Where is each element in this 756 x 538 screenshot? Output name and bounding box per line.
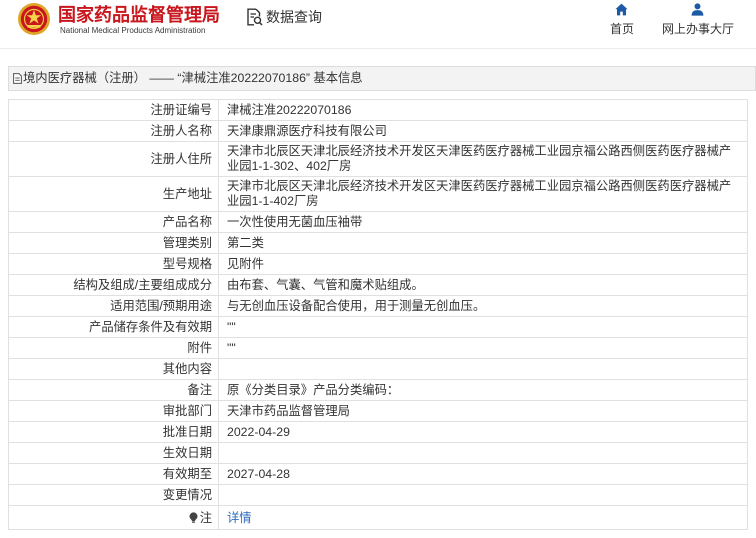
document-icon — [13, 73, 22, 84]
row-registrant-address: 注册人住所 天津市北辰区天津北辰经济技术开发区天津医药医疗器械工业园京福公路西侧… — [8, 141, 748, 177]
change-history-value — [218, 484, 748, 506]
change-history-label: 变更情况 — [8, 484, 219, 506]
nav-online-service-hall[interactable]: 网上办事大厅 — [660, 3, 736, 37]
row-production-address: 生产地址 天津市北辰区天津北辰经济技术开发区天津医药医疗器械工业园京福公路西侧医… — [8, 176, 748, 212]
row-approval-date: 批准日期 2022-04-29 — [8, 421, 748, 443]
approval-date-value: 2022-04-29 — [218, 421, 748, 443]
storage-conditions-value: "" — [218, 316, 748, 338]
effective-date-value — [218, 442, 748, 464]
document-search-icon — [247, 8, 263, 26]
registrant-name-label: 注册人名称 — [8, 120, 219, 142]
production-address-value: 天津市北辰区天津北辰经济技术开发区天津医药医疗器械工业园京福公路西侧医药医疗器械… — [218, 176, 748, 212]
row-registration-number: 注册证编号 津械注准20222070186 — [8, 99, 748, 121]
registrant-address-label: 注册人住所 — [8, 141, 219, 177]
attachments-label: 附件 — [8, 337, 219, 359]
row-intended-use: 适用范围/预期用途 与无创血压设备配合使用，用于测量无创血压。 — [8, 295, 748, 317]
user-icon — [691, 3, 704, 16]
management-category-label: 管理类别 — [8, 232, 219, 254]
detail-panel-header: 境内医疗器械（注册） —— “津械注准20222070186” 基本信息 — [8, 66, 756, 91]
row-approval-department: 审批部门 天津市药品监督管理局 — [8, 400, 748, 422]
national-emblem-logo[interactable] — [17, 2, 51, 36]
nav-home[interactable]: 首页 — [606, 3, 638, 37]
nav-home-label: 首页 — [609, 22, 634, 36]
note-label: 注 — [199, 510, 212, 525]
row-other-content: 其他内容 — [8, 358, 748, 380]
site-header: 国家药品监督管理局 National Medical Products Admi… — [0, 0, 756, 49]
lightbulb-icon — [189, 511, 198, 523]
expiry-date-value: 2027-04-28 — [218, 463, 748, 485]
agency-name-en: National Medical Products Administration — [60, 26, 206, 35]
production-address-label: 生产地址 — [8, 176, 219, 212]
intended-use-label: 适用范围/预期用途 — [8, 295, 219, 317]
nav-online-service-hall-label: 网上办事大厅 — [661, 22, 734, 36]
agency-name-cn[interactable]: 国家药品监督管理局 — [58, 4, 220, 26]
row-change-history: 变更情况 — [8, 484, 748, 506]
home-icon — [615, 3, 628, 16]
approval-department-label: 审批部门 — [8, 400, 219, 422]
row-management-category: 管理类别 第二类 — [8, 232, 748, 254]
note-label-cell: 注 — [8, 505, 219, 530]
registrant-address-value: 天津市北辰区天津北辰经济技术开发区天津医药医疗器械工业园京福公路西侧医药医疗器械… — [218, 141, 748, 177]
effective-date-label: 生效日期 — [8, 442, 219, 464]
intended-use-value: 与无创血压设备配合使用，用于测量无创血压。 — [218, 295, 748, 317]
expiry-date-label: 有效期至 — [8, 463, 219, 485]
remarks-value: 原《分类目录》产品分类编码： — [218, 379, 748, 401]
approval-date-label: 批准日期 — [8, 421, 219, 443]
other-content-label: 其他内容 — [8, 358, 219, 380]
attachments-value: "" — [218, 337, 748, 359]
data-query-label: 数据查询 — [266, 9, 322, 25]
structure-composition-label: 结构及组成/主要组成成分 — [8, 274, 219, 296]
row-model-spec: 型号规格 见附件 — [8, 253, 748, 275]
other-content-value — [218, 358, 748, 380]
storage-conditions-label: 产品储存条件及有效期 — [8, 316, 219, 338]
model-spec-value: 见附件 — [218, 253, 748, 275]
row-product-name: 产品名称 一次性使用无菌血压袖带 — [8, 211, 748, 233]
details-link[interactable]: 详情 — [227, 511, 252, 525]
model-spec-label: 型号规格 — [8, 253, 219, 275]
management-category-value: 第二类 — [218, 232, 748, 254]
note-value-cell: 详情 — [218, 505, 748, 530]
structure-composition-value: 由布套、气囊、气管和魔术贴组成。 — [218, 274, 748, 296]
row-storage-conditions: 产品储存条件及有效期 "" — [8, 316, 748, 338]
row-effective-date: 生效日期 — [8, 442, 748, 464]
row-registrant-name: 注册人名称 天津康鼎源医疗科技有限公司 — [8, 120, 748, 142]
row-expiry-date: 有效期至 2027-04-28 — [8, 463, 748, 485]
registration-details-table: 注册证编号 津械注准20222070186 注册人名称 天津康鼎源医疗科技有限公… — [8, 99, 748, 530]
row-attachments: 附件 "" — [8, 337, 748, 359]
approval-department-value: 天津市药品监督管理局 — [218, 400, 748, 422]
registrant-name-value: 天津康鼎源医疗科技有限公司 — [218, 120, 748, 142]
product-name-label: 产品名称 — [8, 211, 219, 233]
row-note: 注 详情 — [8, 505, 748, 530]
row-structure-composition: 结构及组成/主要组成成分 由布套、气囊、气管和魔术贴组成。 — [8, 274, 748, 296]
product-name-value: 一次性使用无菌血压袖带 — [218, 211, 748, 233]
row-remarks: 备注 原《分类目录》产品分类编码： — [8, 379, 748, 401]
remarks-label: 备注 — [8, 379, 219, 401]
registration-number-label: 注册证编号 — [8, 99, 219, 121]
detail-panel-title: 境内医疗器械（注册） —— “津械注准20222070186” 基本信息 — [23, 71, 363, 85]
registration-number-value: 津械注准20222070186 — [218, 99, 748, 121]
